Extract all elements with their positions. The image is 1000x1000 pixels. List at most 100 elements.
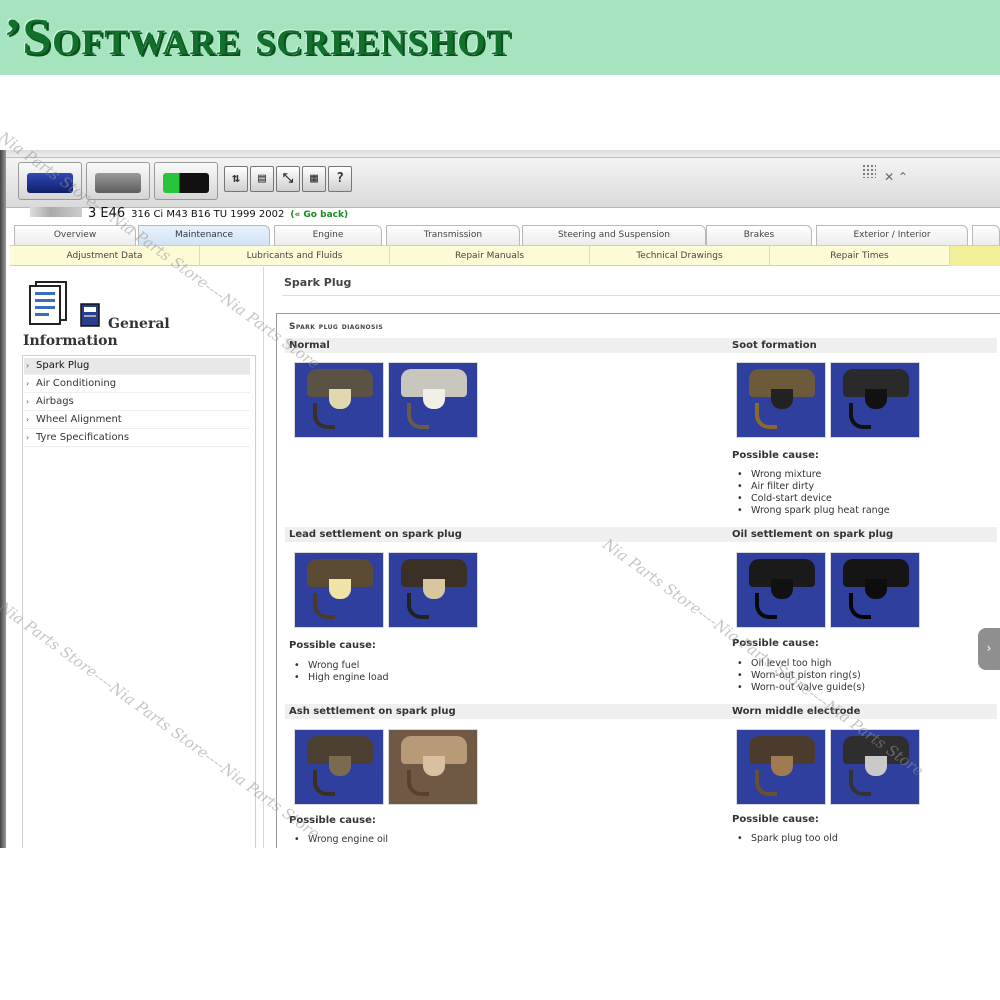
sidebar-item-label: Air Conditioning	[36, 378, 117, 389]
chevron-right-icon: ›	[26, 415, 30, 424]
tab-steering-suspension[interactable]: Steering and Suspension	[522, 225, 706, 245]
cause-list: Wrong fuel High engine load	[292, 660, 389, 684]
main-tabs: Overview Maintenance Engine Transmission…	[14, 225, 1000, 245]
section-title-worn: Worn middle electrode	[732, 706, 861, 717]
help-icon[interactable]: ?	[328, 166, 352, 192]
spark-plug-photo	[388, 362, 478, 438]
vehicle-spec: 316 Ci M43 B16 TU 1999 2002	[131, 209, 285, 220]
spark-plug-photo	[736, 362, 826, 438]
cause-list: Spark plug too old	[735, 833, 838, 845]
chevron-right-icon: ›	[26, 433, 30, 442]
spark-plug-photo	[830, 729, 920, 805]
spark-plug-photo	[736, 552, 826, 628]
calculator-icon[interactable]: ▦	[302, 166, 326, 192]
cause-item: Worn-out piston ring(s)	[735, 670, 865, 682]
sidebar-title-information: Information	[23, 333, 118, 349]
cause-item: Worn-out valve guide(s)	[735, 682, 865, 694]
resize-icon[interactable]: ⤡	[276, 166, 300, 192]
possible-cause-label: Possible cause:	[289, 640, 376, 651]
cause-item: High engine load	[292, 672, 389, 684]
diagnosis-title: Spark plug diagnosis	[289, 322, 384, 332]
sidebar-item-airbags[interactable]: › Airbags	[24, 394, 250, 411]
diagnosis-panel: Spark plug diagnosis Normal Soot formati…	[276, 313, 1000, 848]
possible-cause-label: Possible cause:	[289, 815, 376, 826]
sidebar-item-wheel-alignment[interactable]: › Wheel Alignment	[24, 412, 250, 429]
cause-list: Oil level too high Worn-out piston ring(…	[735, 658, 865, 694]
toolbar: ⇅ ▤ ⤡ ▦ ? ✕ ⌃	[6, 158, 1000, 208]
subnav-bar: Adjustment Data Lubricants and Fluids Re…	[10, 245, 1000, 266]
section-bar	[285, 338, 997, 353]
subnav-lubricants[interactable]: Lubricants and Fluids	[200, 246, 390, 266]
chevron-right-icon: ›	[26, 397, 30, 406]
cause-item: Spark plug too old	[735, 833, 838, 845]
spark-plug-photo	[830, 362, 920, 438]
car-icon[interactable]	[18, 162, 82, 200]
document-icon[interactable]	[86, 162, 150, 200]
cause-item: Cold-start device	[735, 493, 890, 505]
battery-icon[interactable]	[154, 162, 218, 200]
banner: ’Software screenshot	[0, 0, 1000, 75]
possible-cause-label: Possible cause:	[732, 638, 819, 649]
title-divider	[282, 295, 1000, 296]
section-title-ash: Ash settlement on spark plug	[289, 706, 456, 717]
chevron-right-icon: ›	[26, 361, 30, 370]
spark-plug-photo	[294, 729, 384, 805]
spark-plug-photo	[294, 362, 384, 438]
vehicle-line: 3 E46 316 Ci M43 B16 TU 1999 2002 (« Go …	[30, 206, 348, 222]
section-title-oil: Oil settlement on spark plug	[732, 529, 894, 540]
subnav-repair-manuals[interactable]: Repair Manuals	[390, 246, 590, 266]
sidebar-item-air-conditioning[interactable]: › Air Conditioning	[24, 376, 250, 393]
section-title-lead: Lead settlement on spark plug	[289, 529, 462, 540]
copy-icon[interactable]: ▤	[250, 166, 274, 192]
banner-title: ’Software screenshot	[4, 9, 512, 66]
expand-panel-handle[interactable]: ›	[978, 628, 1000, 670]
chevron-right-icon: ›	[26, 379, 30, 388]
tab-exterior-interior[interactable]: Exterior / Interior	[816, 225, 968, 245]
tab-maintenance[interactable]: Maintenance	[138, 225, 270, 245]
documents-icon	[29, 281, 67, 325]
spark-plug-photo	[830, 552, 920, 628]
software-window: ⇅ ▤ ⤡ ▦ ? ✕ ⌃ 3 E46 316 Ci M43 B16 TU 19…	[0, 150, 1000, 848]
sidebar-title-general: General	[108, 316, 170, 332]
cause-list: Wrong mixture Air filter dirty Cold-star…	[735, 469, 890, 517]
subnav-technical-drawings[interactable]: Technical Drawings	[590, 246, 770, 266]
window-left-edge	[0, 150, 6, 848]
spark-plug-photo	[388, 729, 478, 805]
subnav-repair-times[interactable]: Repair Times	[770, 246, 950, 266]
vehicle-brand-blurred	[30, 207, 82, 217]
sidebar-item-spark-plug[interactable]: › Spark Plug	[24, 358, 250, 375]
sidebar-item-tyre-specifications[interactable]: › Tyre Specifications	[24, 430, 250, 447]
spark-plug-photo	[294, 552, 384, 628]
filter-icon[interactable]: ⇅	[224, 166, 248, 192]
main-content: Spark Plug Spark plug diagnosis Normal S…	[264, 267, 1000, 848]
section-title-normal: Normal	[289, 340, 330, 351]
cause-list: Wrong engine oil	[292, 834, 388, 846]
tab-transmission[interactable]: Transmission	[386, 225, 520, 245]
spark-plug-photo	[388, 552, 478, 628]
sidebar: General Information › Spark Plug › Air C…	[16, 267, 264, 848]
cause-item: Wrong spark plug heat range	[735, 505, 890, 517]
cause-item: Wrong fuel	[292, 660, 389, 672]
cause-item: Oil level too high	[735, 658, 865, 670]
subnav-adjustment-data[interactable]: Adjustment Data	[10, 246, 200, 266]
window-top-strip	[0, 150, 1000, 158]
vehicle-model: 3 E46	[88, 206, 126, 221]
subnav-end	[950, 246, 1000, 266]
sidebar-item-label: Wheel Alignment	[36, 414, 122, 425]
sidebar-nav: › Spark Plug › Air Conditioning › Airbag…	[22, 355, 256, 848]
possible-cause-label: Possible cause:	[732, 450, 819, 461]
sidebar-item-label: Spark Plug	[36, 360, 90, 371]
go-back-link[interactable]: (« Go back)	[290, 210, 348, 220]
spark-plug-photo	[736, 729, 826, 805]
tab-overview[interactable]: Overview	[14, 225, 136, 245]
grid-icon[interactable]	[862, 164, 876, 178]
tab-engine[interactable]: Engine	[274, 225, 382, 245]
book-icon	[80, 303, 100, 327]
tab-more[interactable]	[972, 225, 1000, 245]
tab-brakes[interactable]: Brakes	[706, 225, 812, 245]
cause-item: Wrong mixture	[735, 469, 890, 481]
cause-item: Wrong engine oil	[292, 834, 388, 846]
window-controls[interactable]: ✕ ⌃	[884, 170, 908, 184]
sidebar-item-label: Airbags	[36, 396, 74, 407]
section-title-soot: Soot formation	[732, 340, 817, 351]
